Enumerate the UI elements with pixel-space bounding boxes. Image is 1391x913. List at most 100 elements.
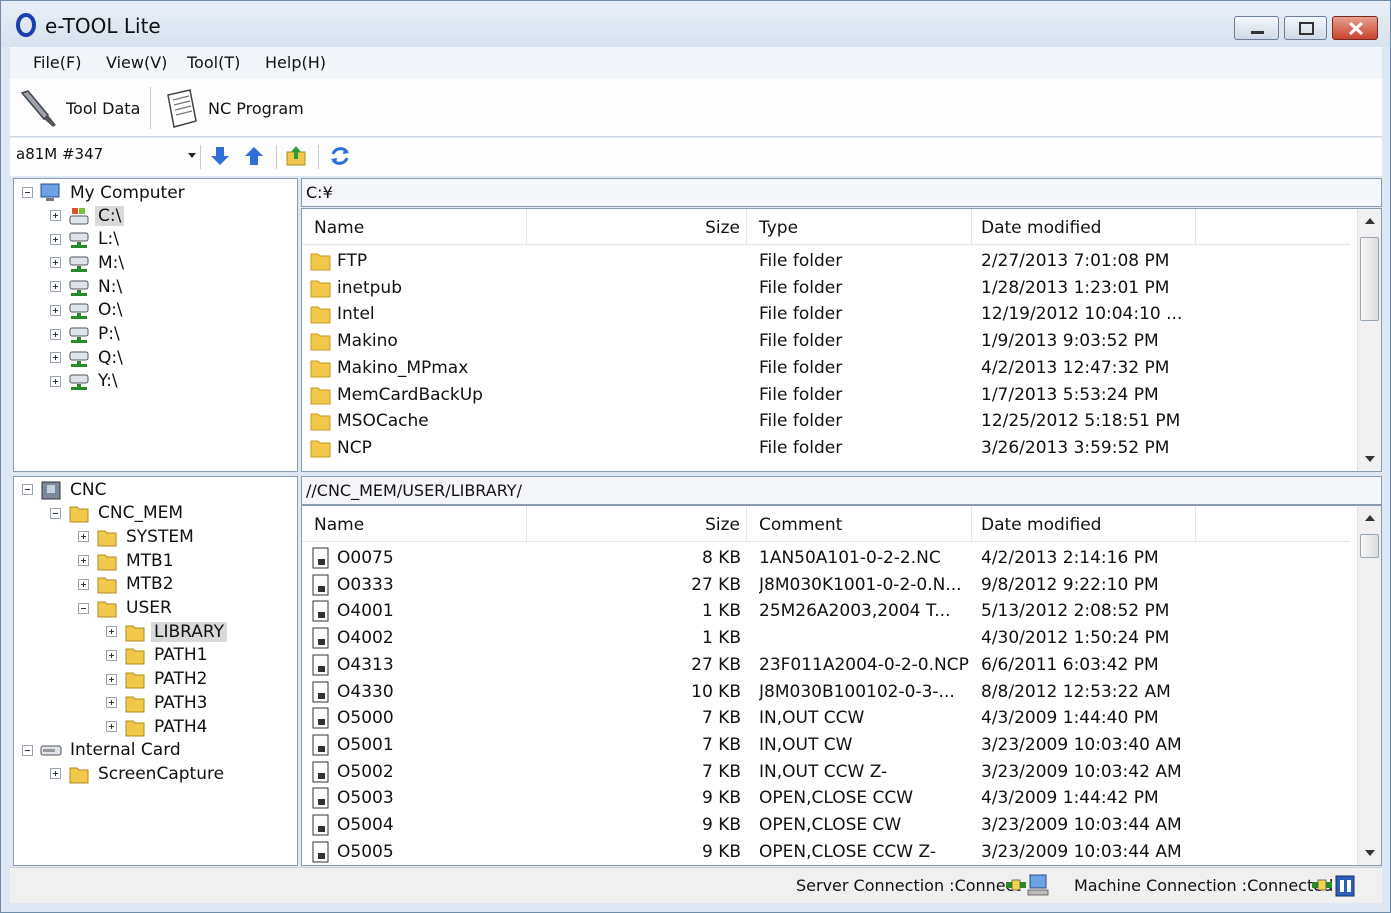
scroll-down-icon[interactable] <box>1365 456 1375 462</box>
list-item[interactable]: O4330 10 KB J8M030B100102-0-3-... 8/8/2012 … <box>302 679 1350 706</box>
expand-icon[interactable] <box>106 649 117 661</box>
collapse-icon[interactable] <box>22 484 33 495</box>
column-date-modified[interactable]: Date modified <box>972 209 1196 245</box>
expand-icon[interactable] <box>106 697 117 709</box>
menu-tool[interactable]: Tool(T) <box>187 53 240 72</box>
scroll-thumb[interactable] <box>1360 534 1379 558</box>
expand-icon[interactable] <box>50 304 61 316</box>
tree-item-user[interactable]: USER <box>78 597 175 620</box>
tree-item-drive[interactable]: Q:\ <box>50 346 126 369</box>
list-item[interactable]: O0333 27 KB J8M030K1001-0-2-0.N... 9/8/2012… <box>302 572 1350 599</box>
tree-item-mtb2[interactable]: MTB2 <box>78 573 177 596</box>
tool-data-button[interactable]: Tool Data <box>18 83 140 133</box>
list-item[interactable]: O0075 8 KB 1AN50A101-0-2-2.NC 4/2/2013 2:14… <box>302 545 1350 572</box>
nav-separator <box>276 145 277 169</box>
menu-view[interactable]: View(V) <box>106 53 167 72</box>
folder-icon <box>125 648 145 665</box>
pc-path-bar[interactable]: C:¥ <box>301 178 1382 207</box>
column-size[interactable]: Size <box>527 506 747 542</box>
column-name[interactable]: Name <box>302 209 527 245</box>
tree-item-drive[interactable]: O:\ <box>50 299 126 322</box>
collapse-icon[interactable] <box>78 602 89 614</box>
tree-item-drive[interactable]: C:\ <box>50 204 125 227</box>
scroll-thumb[interactable] <box>1360 237 1379 321</box>
expand-icon[interactable] <box>50 352 61 364</box>
collapse-icon[interactable] <box>22 187 33 198</box>
column-type[interactable]: Type <box>747 209 972 245</box>
list-item[interactable]: O5003 9 KB OPEN,CLOSE CCW 4/3/2009 1:44:42 … <box>302 785 1350 812</box>
list-item[interactable]: NCP File folder 3/26/2013 3:59:52 PM <box>302 435 1350 462</box>
tree-item-path3[interactable]: PATH3 <box>106 691 210 714</box>
column-date-modified[interactable]: Date modified <box>972 506 1196 542</box>
folder-up-icon[interactable] <box>284 144 308 168</box>
refresh-icon[interactable] <box>328 144 352 168</box>
list-item[interactable]: O4001 1 KB 25M26A2003,2004 T... 5/13/2012 2… <box>302 598 1350 625</box>
pc-list-scrollbar[interactable] <box>1357 209 1381 471</box>
tree-item-drive[interactable]: N:\ <box>50 275 125 298</box>
list-item[interactable]: Makino_MPmax File folder 4/2/2013 12:47:32… <box>302 355 1350 382</box>
pc-tree-pane: My Computer C:\ L:\ M:\ N:\ O:\ P:\ Q:\ Y:\ <box>13 178 298 472</box>
maximize-button[interactable] <box>1284 16 1327 40</box>
tree-item-drive[interactable]: L:\ <box>50 228 122 251</box>
expand-icon[interactable] <box>50 328 61 340</box>
nc-program-button[interactable]: NC Program <box>160 83 304 133</box>
tree-item-library[interactable]: LIBRARY <box>106 620 228 643</box>
expand-icon[interactable] <box>106 673 117 685</box>
scroll-up-icon[interactable] <box>1365 218 1375 224</box>
expand-icon[interactable] <box>50 281 61 293</box>
collapse-icon[interactable] <box>50 507 61 519</box>
tree-item-root[interactable]: CNC <box>22 478 109 501</box>
column-name[interactable]: Name <box>302 506 527 542</box>
menu-help[interactable]: Help(H) <box>265 53 326 72</box>
tree-item-drive[interactable]: Y:\ <box>50 370 121 393</box>
menu-file[interactable]: File(F) <box>33 53 81 72</box>
expand-icon[interactable] <box>50 233 61 245</box>
list-item[interactable]: O5004 9 KB OPEN,CLOSE CW 3/23/2009 10:03:44… <box>302 812 1350 839</box>
tree-item-mtb1[interactable]: MTB1 <box>78 549 177 572</box>
tree-item-mem[interactable]: CNC_MEM <box>50 502 186 525</box>
expand-icon[interactable] <box>50 768 61 780</box>
tree-item-card[interactable]: Internal Card <box>22 739 184 762</box>
tree-item-path1[interactable]: PATH1 <box>106 644 210 667</box>
arrow-down-icon[interactable] <box>208 144 232 168</box>
expand-icon[interactable] <box>78 531 89 543</box>
column-size[interactable]: Size <box>527 209 747 245</box>
title-bar[interactable]: e-TOOL Lite <box>1 1 1390 47</box>
tree-item-path4[interactable]: PATH4 <box>106 715 210 738</box>
tree-item-drive[interactable]: M:\ <box>50 251 127 274</box>
minimize-button[interactable] <box>1234 16 1279 40</box>
list-item[interactable]: inetpub File folder 1/28/2013 1:23:01 PM <box>302 275 1350 302</box>
list-item[interactable]: O5002 7 KB IN,OUT CCW Z- 3/23/2009 10:03:42… <box>302 759 1350 786</box>
tree-item-my-computer[interactable]: My Computer <box>22 181 188 204</box>
expand-icon[interactable] <box>106 626 117 638</box>
expand-icon[interactable] <box>50 210 61 221</box>
arrow-up-icon[interactable] <box>242 144 266 168</box>
expand-icon[interactable] <box>50 257 61 269</box>
list-item[interactable]: Intel File folder 12/19/2012 10:04:10 ... <box>302 301 1350 328</box>
machine-select[interactable]: a81M #347 <box>16 145 196 169</box>
list-item[interactable]: Makino File folder 1/9/2013 9:03:52 PM <box>302 328 1350 355</box>
expand-icon[interactable] <box>50 375 61 387</box>
tree-item-drive[interactable]: P:\ <box>50 323 123 346</box>
list-item[interactable]: O4002 1 KB 4/30/2012 1:50:24 PM <box>302 625 1350 652</box>
list-item[interactable]: O5000 7 KB IN,OUT CCW 4/3/2009 1:44:40 PM <box>302 705 1350 732</box>
tree-item-path2[interactable]: PATH2 <box>106 668 210 691</box>
column-comment[interactable]: Comment <box>747 506 972 542</box>
collapse-icon[interactable] <box>22 744 33 756</box>
cnc-list-scrollbar[interactable] <box>1357 506 1381 865</box>
tree-item-screencapture[interactable]: ScreenCapture <box>50 762 227 785</box>
scroll-down-icon[interactable] <box>1365 850 1375 856</box>
cnc-path-bar[interactable]: //CNC_MEM/USER/LIBRARY/ <box>301 476 1382 505</box>
close-button[interactable] <box>1332 16 1378 40</box>
list-item[interactable]: O5001 7 KB IN,OUT CW 3/23/2009 10:03:40 AM <box>302 732 1350 759</box>
expand-icon[interactable] <box>78 578 89 590</box>
list-item[interactable]: FTP File folder 2/27/2013 7:01:08 PM <box>302 248 1350 275</box>
list-item[interactable]: MemCardBackUp File folder 1/7/2013 5:53:24… <box>302 382 1350 409</box>
expand-icon[interactable] <box>78 555 89 567</box>
list-item[interactable]: O5005 9 KB OPEN,CLOSE CCW Z- 3/23/2009 10:0… <box>302 839 1350 865</box>
tree-item-system[interactable]: SYSTEM <box>78 525 197 548</box>
list-item[interactable]: O4313 27 KB 23F011A2004-0-2-0.NCP 6/6/2011 … <box>302 652 1350 679</box>
list-item[interactable]: MSOCache File folder 12/25/2012 5:18:51 PM <box>302 408 1350 435</box>
scroll-up-icon[interactable] <box>1365 515 1375 521</box>
expand-icon[interactable] <box>106 721 117 732</box>
